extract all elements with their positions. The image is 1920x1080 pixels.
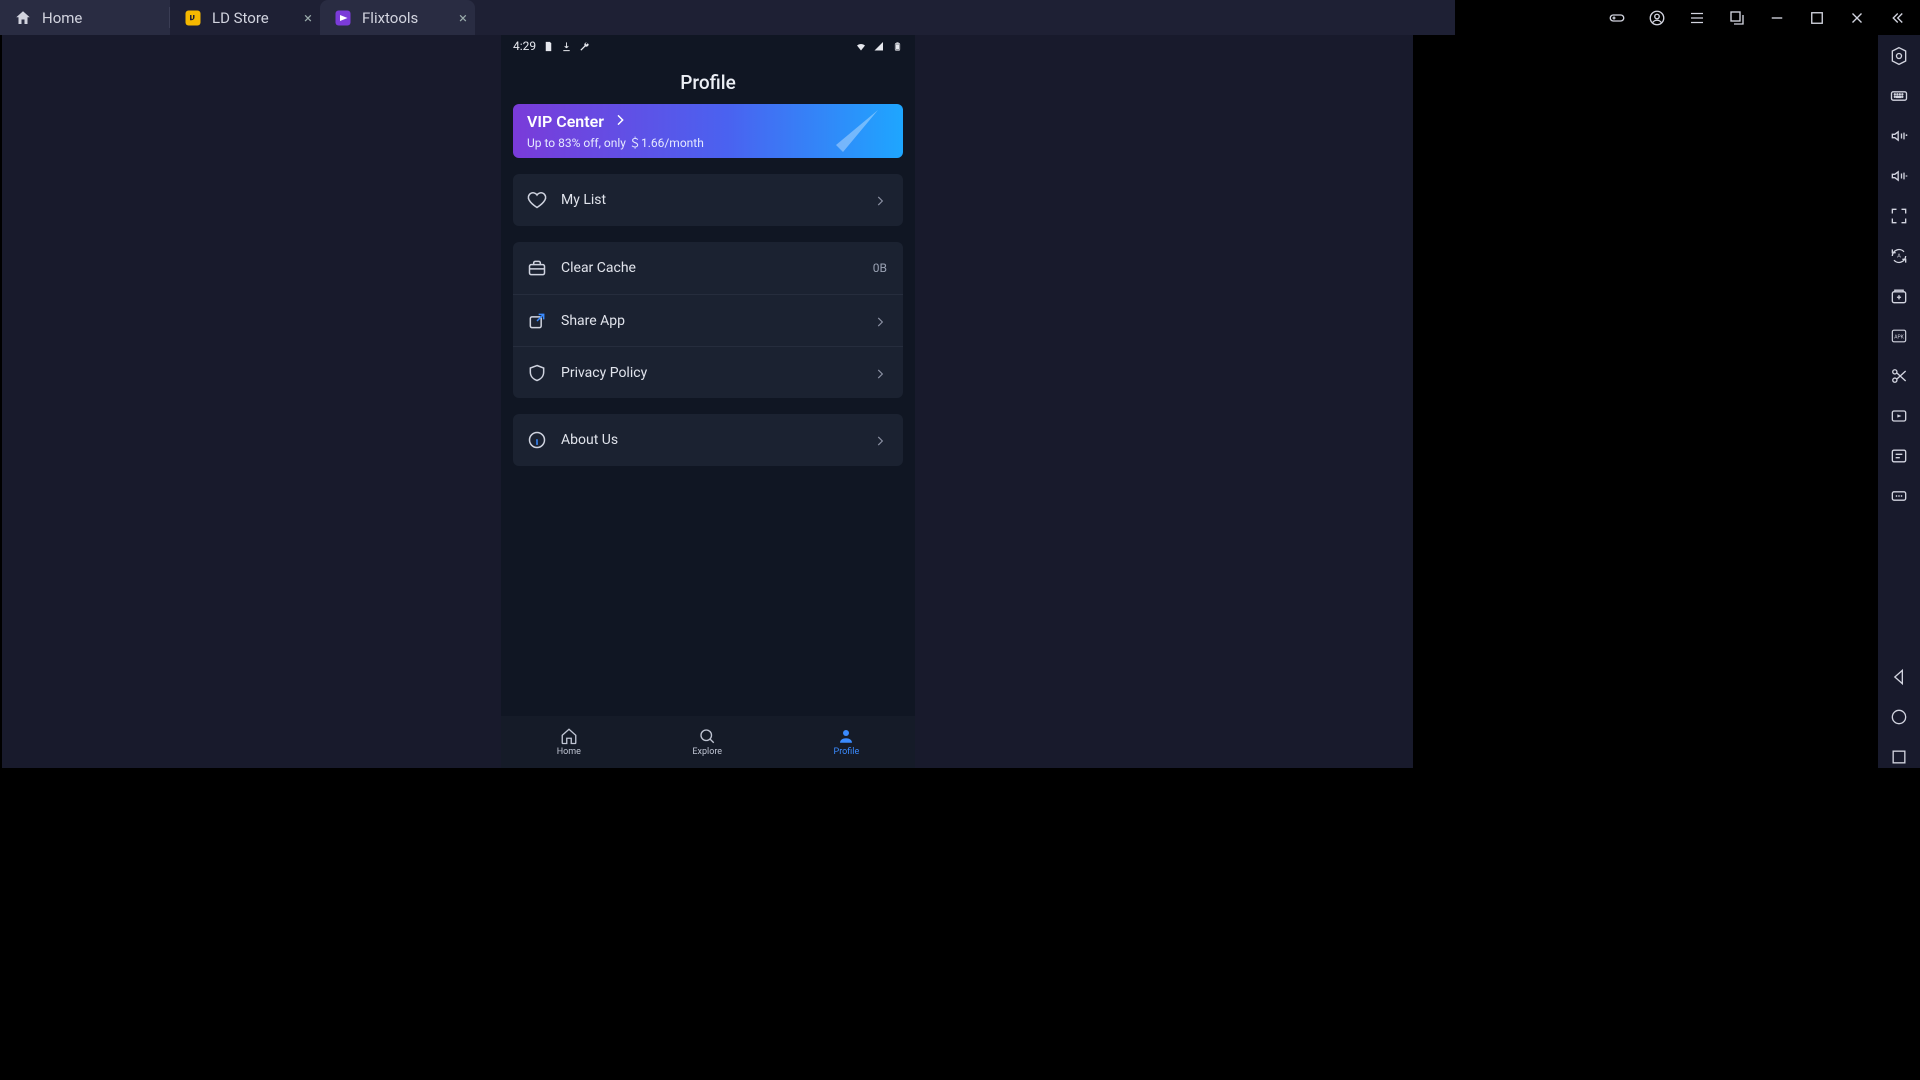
tab-home[interactable]: Home — [0, 0, 170, 35]
emulator-screen-area: 4:29 Profile VIP Center Up to 83% off, o… — [2, 35, 1413, 768]
item-label: About Us — [561, 432, 859, 448]
signal-icon — [873, 40, 885, 52]
menu-icon[interactable] — [1688, 9, 1706, 27]
search-icon — [698, 727, 716, 745]
nav-label: Explore — [692, 747, 722, 757]
scissors-icon[interactable] — [1888, 365, 1910, 387]
multi-instance-icon[interactable] — [1888, 285, 1910, 307]
record-icon[interactable] — [1888, 405, 1910, 427]
profile-content: VIP Center Up to 83% off, only ＄1.66/mon… — [501, 104, 915, 466]
nav-back-icon[interactable] — [1888, 666, 1910, 688]
tab-label: LD Store — [212, 9, 269, 27]
tab-label: Home — [42, 9, 82, 27]
user-circle-icon[interactable] — [1648, 9, 1666, 27]
emulator-tab-bar: Home LD Store × Flixtools × — [0, 0, 1455, 35]
nav-home-icon[interactable] — [1888, 706, 1910, 728]
gamepad-icon[interactable] — [1608, 9, 1626, 27]
heart-icon — [527, 190, 547, 210]
keyboard-icon[interactable] — [1888, 85, 1910, 107]
maximize-icon[interactable] — [1808, 9, 1826, 27]
svg-text:A: A — [1897, 254, 1901, 260]
tab-label: Flixtools — [362, 9, 418, 27]
wrench-icon — [578, 40, 590, 52]
item-label: Privacy Policy — [561, 365, 859, 381]
apk-icon[interactable]: APK — [1888, 325, 1910, 347]
chevron-right-icon — [873, 433, 887, 447]
fullscreen-icon[interactable] — [1888, 205, 1910, 227]
vip-title: VIP Center — [527, 112, 604, 131]
sd-card-icon — [542, 40, 554, 52]
cache-size-value: 0B — [873, 261, 887, 275]
volume-down-icon[interactable] — [1888, 165, 1910, 187]
operation-record-icon[interactable] — [1888, 445, 1910, 467]
close-icon[interactable]: × — [459, 9, 467, 27]
page-title: Profile — [501, 57, 915, 104]
volume-up-icon[interactable] — [1888, 125, 1910, 147]
tab-ld-store[interactable]: LD Store × — [170, 0, 320, 35]
window-close-icon[interactable] — [1848, 9, 1866, 27]
item-my-list[interactable]: My List — [513, 174, 903, 226]
item-clear-cache[interactable]: Clear Cache 0B — [513, 242, 903, 294]
item-about-us[interactable]: About Us — [513, 414, 903, 466]
settings-hex-icon[interactable] — [1888, 45, 1910, 67]
item-privacy-policy[interactable]: Privacy Policy — [513, 346, 903, 398]
collapse-sidebar-icon[interactable] — [1888, 9, 1906, 27]
briefcase-icon — [527, 258, 547, 278]
emulator-titlebar-right — [1608, 0, 1920, 35]
nav-label: Profile — [834, 747, 860, 757]
chevron-right-icon — [873, 366, 887, 380]
home-icon — [560, 727, 578, 745]
card-my-list: My List — [513, 174, 903, 226]
popout-icon[interactable] — [1728, 9, 1746, 27]
download-icon — [560, 40, 572, 52]
app-screen: 4:29 Profile VIP Center Up to 83% off, o… — [501, 35, 915, 768]
minimize-icon[interactable] — [1768, 9, 1786, 27]
user-icon — [837, 727, 855, 745]
info-icon — [527, 430, 547, 450]
vip-check-graphic-icon — [815, 104, 885, 158]
item-label: Share App — [561, 313, 859, 329]
share-icon — [527, 311, 547, 331]
flixtools-icon — [334, 9, 352, 27]
nav-recents-icon[interactable] — [1888, 746, 1910, 768]
vip-center-banner[interactable]: VIP Center Up to 83% off, only ＄1.66/mon… — [513, 104, 903, 158]
tab-flixtools[interactable]: Flixtools × — [320, 0, 475, 35]
nav-profile[interactable]: Profile — [834, 727, 860, 757]
wifi-icon — [855, 40, 867, 52]
home-icon — [14, 9, 32, 27]
ld-store-icon — [184, 9, 202, 27]
sync-icon[interactable]: A — [1888, 245, 1910, 267]
emulator-side-toolbar: A APK — [1878, 35, 1920, 768]
nav-explore[interactable]: Explore — [692, 727, 722, 757]
status-bar: 4:29 — [501, 35, 915, 57]
item-share-app[interactable]: Share App — [513, 294, 903, 346]
bottom-nav: Home Explore Profile — [501, 716, 915, 768]
chevron-right-icon — [873, 193, 887, 207]
chevron-right-icon — [873, 314, 887, 328]
close-icon[interactable]: × — [304, 9, 312, 27]
card-settings: Clear Cache 0B Share App Privacy Policy — [513, 242, 903, 398]
battery-icon — [891, 40, 903, 52]
nav-label: Home — [557, 747, 581, 757]
item-label: Clear Cache — [561, 260, 859, 276]
chevron-right-icon — [612, 112, 628, 132]
item-label: My List — [561, 192, 859, 208]
status-time: 4:29 — [513, 39, 536, 53]
svg-text:APK: APK — [1894, 335, 1904, 341]
nav-home[interactable]: Home — [557, 727, 581, 757]
more-icon[interactable] — [1888, 485, 1910, 507]
shield-icon — [527, 363, 547, 383]
card-about: About Us — [513, 414, 903, 466]
